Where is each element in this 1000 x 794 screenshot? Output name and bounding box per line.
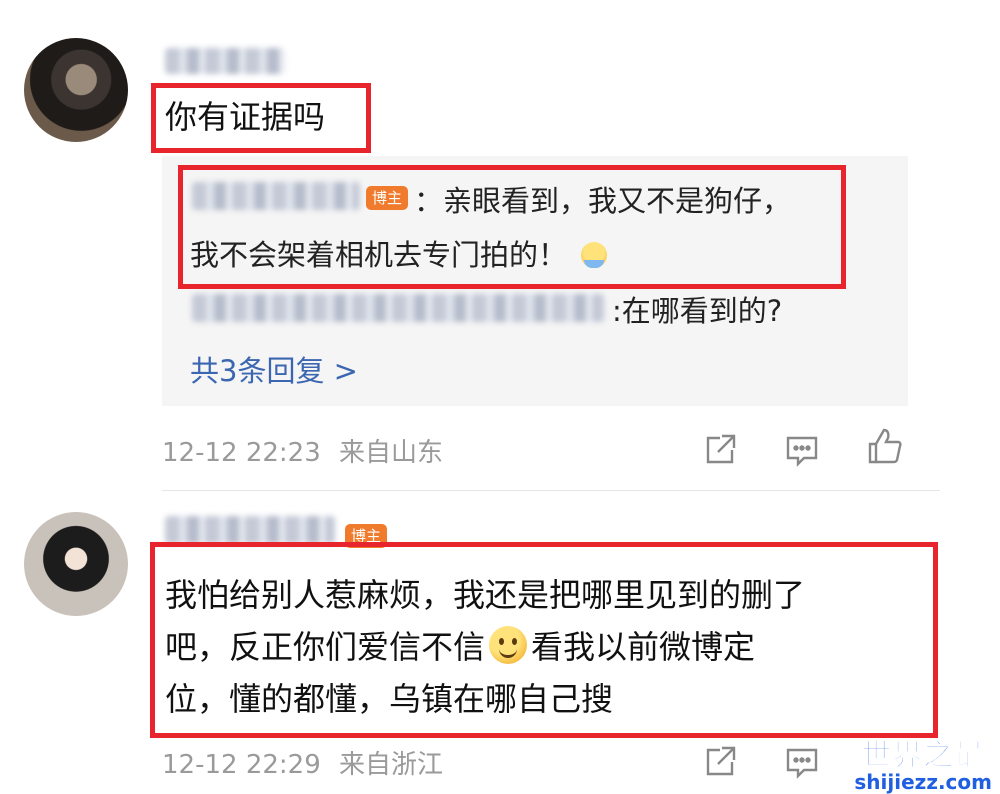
avatar[interactable]	[24, 512, 128, 616]
comment-time: 12-12 22:29	[162, 750, 321, 780]
comment-text-line3: 位，懂的都懂，乌镇在哪自己搜	[165, 680, 614, 718]
blurred-username[interactable]	[165, 48, 285, 74]
meta-info: 12-12 22:29 来自浙江	[162, 744, 443, 781]
comment-text-line2b: 看我以前微博定	[531, 628, 756, 666]
blurred-username[interactable]	[192, 294, 604, 322]
comment-location: 来自浙江	[339, 750, 444, 780]
comment-text-line1: 我怕给别人惹麻烦，我还是把哪里见到的删了	[165, 576, 806, 614]
comment-time: 12-12 22:23	[162, 438, 321, 468]
smile-emoji-icon	[489, 626, 528, 664]
comment-icon[interactable]	[782, 742, 822, 782]
share-icon[interactable]	[700, 742, 740, 782]
comment-location: 来自山东	[339, 438, 444, 468]
meta-info: 12-12 22:23 来自山东	[162, 432, 443, 469]
comment-text-line2: 吧，反正你们爱信不信 看我以前微博定	[165, 620, 755, 674]
highlight-box	[178, 165, 846, 289]
blurred-username[interactable]	[165, 516, 335, 544]
share-icon[interactable]	[700, 430, 740, 470]
like-icon[interactable]	[864, 426, 904, 466]
avatar[interactable]	[24, 38, 128, 142]
more-replies-link[interactable]: 共3条回复 >	[190, 348, 358, 390]
comment-icon[interactable]	[782, 430, 822, 470]
divider	[162, 490, 940, 491]
comment-text-line2a: 吧，反正你们爱信不信	[165, 628, 486, 666]
comment-text: 你有证据吗	[165, 98, 326, 136]
site-watermark: 世界之最 shijiezz.com	[854, 730, 992, 794]
watermark-url: shijiezz.com	[854, 770, 992, 794]
reply-text: :在哪看到的?	[612, 294, 783, 328]
watermark-title: 世界之最	[861, 738, 986, 774]
